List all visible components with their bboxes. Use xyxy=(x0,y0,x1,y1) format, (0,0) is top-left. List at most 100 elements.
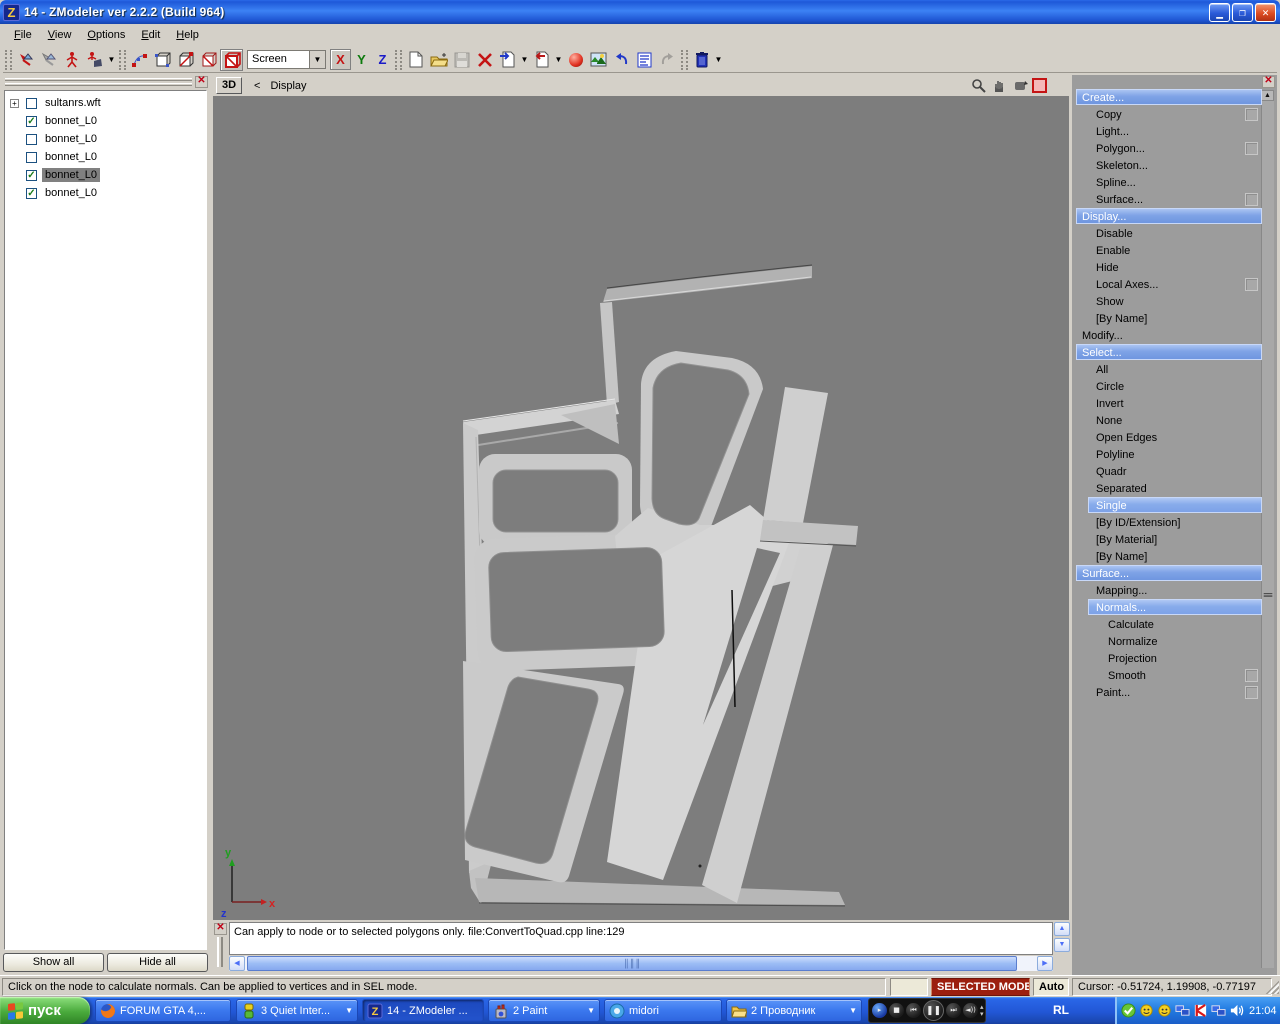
export-dropdown[interactable]: ▼ xyxy=(553,49,564,71)
expand-icon[interactable]: + xyxy=(10,98,19,108)
menu-modify[interactable]: Modify... xyxy=(1074,327,1262,344)
wmp-previous-icon[interactable]: ⏮ xyxy=(906,1003,921,1018)
menu-surface-create[interactable]: Surface... xyxy=(1074,191,1262,208)
scroll-left-icon[interactable]: ◀ xyxy=(229,956,245,971)
log-grip[interactable]: ✕ xyxy=(214,922,228,971)
visibility-checkbox[interactable]: ✓ xyxy=(26,115,37,127)
menu-file[interactable]: File xyxy=(7,26,39,44)
purge-trash-icon[interactable] xyxy=(690,49,713,71)
tray-icq-icon[interactable] xyxy=(1139,1003,1154,1018)
toolbar-grip[interactable] xyxy=(681,49,688,70)
delete-icon[interactable] xyxy=(473,49,496,71)
toolbar-grip[interactable] xyxy=(5,49,12,70)
menu-select-single[interactable]: Single xyxy=(1074,497,1262,514)
menu-view[interactable]: View xyxy=(41,26,79,44)
breadcrumb-back[interactable]: < xyxy=(254,80,260,92)
group-dropdown-icon[interactable]: ▼ xyxy=(844,1006,857,1015)
tray-volume-icon[interactable] xyxy=(1229,1003,1244,1018)
purge-dropdown[interactable]: ▼ xyxy=(713,49,724,71)
option-checkbox[interactable] xyxy=(1245,142,1258,155)
menu-paint[interactable]: Paint... xyxy=(1074,684,1262,701)
scroll-right-icon[interactable]: ▶ xyxy=(1037,956,1053,971)
menu-polygon[interactable]: Polygon... xyxy=(1074,140,1262,157)
import-dropdown[interactable]: ▼ xyxy=(519,49,530,71)
menu-select-all[interactable]: All xyxy=(1074,361,1262,378)
detach-tool-icon[interactable] xyxy=(37,49,60,71)
taskbar-button-explorer[interactable]: 2 Проводник ▼ xyxy=(726,999,862,1022)
menu-edit[interactable]: Edit xyxy=(134,26,167,44)
skin-tool-dropdown[interactable]: ▼ xyxy=(106,49,117,71)
menu-select-polyline[interactable]: Polyline xyxy=(1074,446,1262,463)
menu-mapping[interactable]: Mapping... xyxy=(1074,582,1262,599)
menu-options[interactable]: Options xyxy=(80,26,132,44)
menu-display[interactable]: Display... xyxy=(1074,208,1262,225)
visibility-checkbox[interactable] xyxy=(26,151,37,163)
tree-item-label[interactable]: bonnet_L0 xyxy=(41,167,101,183)
pan-tool-icon[interactable] xyxy=(990,76,1008,94)
skin-tool-icon[interactable] xyxy=(83,49,106,71)
3d-viewport[interactable]: y x z xyxy=(213,96,1069,920)
tree-row-bonnet-selected[interactable]: ✓ bonnet_L0 xyxy=(5,166,206,184)
import-icon[interactable] xyxy=(496,49,519,71)
breadcrumb[interactable]: Display xyxy=(270,80,306,92)
visibility-checkbox[interactable] xyxy=(26,97,37,109)
show-all-button[interactable]: Show all xyxy=(3,953,104,972)
menu-hide[interactable]: Hide xyxy=(1074,259,1262,276)
tray-update-icon[interactable] xyxy=(1121,1003,1136,1018)
wmp-mini-player[interactable]: ▸ ■ ⏮ ❚❚ ⏭ ◄)) ▴ ▾ xyxy=(868,998,986,1023)
screen-combo-arrow-icon[interactable]: ▼ xyxy=(309,50,326,69)
toolbar-grip[interactable] xyxy=(395,49,402,70)
menu-skeleton[interactable]: Skeleton... xyxy=(1074,157,1262,174)
tree-item-label[interactable]: sultanrs.wft xyxy=(42,96,104,110)
group-dropdown-icon[interactable]: ▼ xyxy=(340,1006,353,1015)
menu-normals[interactable]: Normals... xyxy=(1074,599,1262,616)
menu-select-by-name[interactable]: [By Name] xyxy=(1074,548,1262,565)
minimize-button[interactable]: ▁ xyxy=(1209,3,1230,22)
language-indicator[interactable]: RL xyxy=(1046,1000,1076,1021)
edges-mode-icon[interactable] xyxy=(151,49,174,71)
tray-network-icon[interactable] xyxy=(1175,1003,1190,1018)
title-bar[interactable]: Z 14 - ZModeler ver 2.2.2 (Build 964) ▁ … xyxy=(0,0,1280,24)
redo-icon[interactable] xyxy=(656,49,679,71)
option-checkbox[interactable] xyxy=(1245,193,1258,206)
undo-icon[interactable] xyxy=(610,49,633,71)
menu-copy[interactable]: Copy xyxy=(1074,106,1262,123)
taskbar-button-paint[interactable]: 2 Paint ▼ xyxy=(488,999,600,1022)
menu-disable[interactable]: Disable xyxy=(1074,225,1262,242)
auto-toggle[interactable]: Auto xyxy=(1033,978,1069,996)
wmp-stop-icon[interactable]: ■ xyxy=(889,1003,904,1018)
polygons-mode-icon[interactable] xyxy=(197,49,220,71)
close-log-icon[interactable]: ✕ xyxy=(214,923,227,935)
menu-light[interactable]: Light... xyxy=(1074,123,1262,140)
texture-browser-icon[interactable] xyxy=(587,49,610,71)
axis-z-button[interactable]: Z xyxy=(372,49,393,70)
tree-row-bonnet[interactable]: bonnet_L0 xyxy=(5,148,206,166)
material-editor-icon[interactable] xyxy=(564,49,587,71)
panel-scroll-grip[interactable]: ≡≡ xyxy=(1262,590,1273,600)
menu-normals-projection[interactable]: Projection xyxy=(1074,650,1262,667)
menu-select-circle[interactable]: Circle xyxy=(1074,378,1262,395)
menu-help[interactable]: Help xyxy=(169,26,206,44)
maximize-view-icon[interactable] xyxy=(1032,77,1047,93)
option-checkbox[interactable] xyxy=(1245,278,1258,291)
menu-select-invert[interactable]: Invert xyxy=(1074,395,1262,412)
faces-mode-icon[interactable] xyxy=(174,49,197,71)
taskbar-button-midori[interactable]: midori xyxy=(604,999,722,1022)
open-file-icon[interactable] xyxy=(427,49,450,71)
taskbar-button-zmodeler[interactable]: Z 14 - ZModeler ... xyxy=(362,999,484,1022)
menu-show[interactable]: Show xyxy=(1074,293,1262,310)
clock[interactable]: 21:04 xyxy=(1249,1005,1277,1017)
option-checkbox[interactable] xyxy=(1245,669,1258,682)
group-dropdown-icon[interactable]: ▼ xyxy=(582,1006,595,1015)
tree-item-label[interactable]: bonnet_L0 xyxy=(42,186,100,200)
restore-button[interactable]: ❐ xyxy=(1232,3,1253,22)
close-tree-panel-icon[interactable]: ✕ xyxy=(195,76,208,88)
menu-select-separated[interactable]: Separated xyxy=(1074,480,1262,497)
tree-row-sultanrs[interactable]: + sultanrs.wft xyxy=(5,94,206,112)
menu-select-by-id[interactable]: [By ID/Extension] xyxy=(1074,514,1262,531)
log-window-icon[interactable] xyxy=(633,49,656,71)
tree-item-label[interactable]: bonnet_L0 xyxy=(42,150,100,164)
new-file-icon[interactable] xyxy=(404,49,427,71)
toolbar-grip[interactable] xyxy=(119,49,126,70)
tray-kaspersky-icon[interactable] xyxy=(1193,1003,1208,1018)
